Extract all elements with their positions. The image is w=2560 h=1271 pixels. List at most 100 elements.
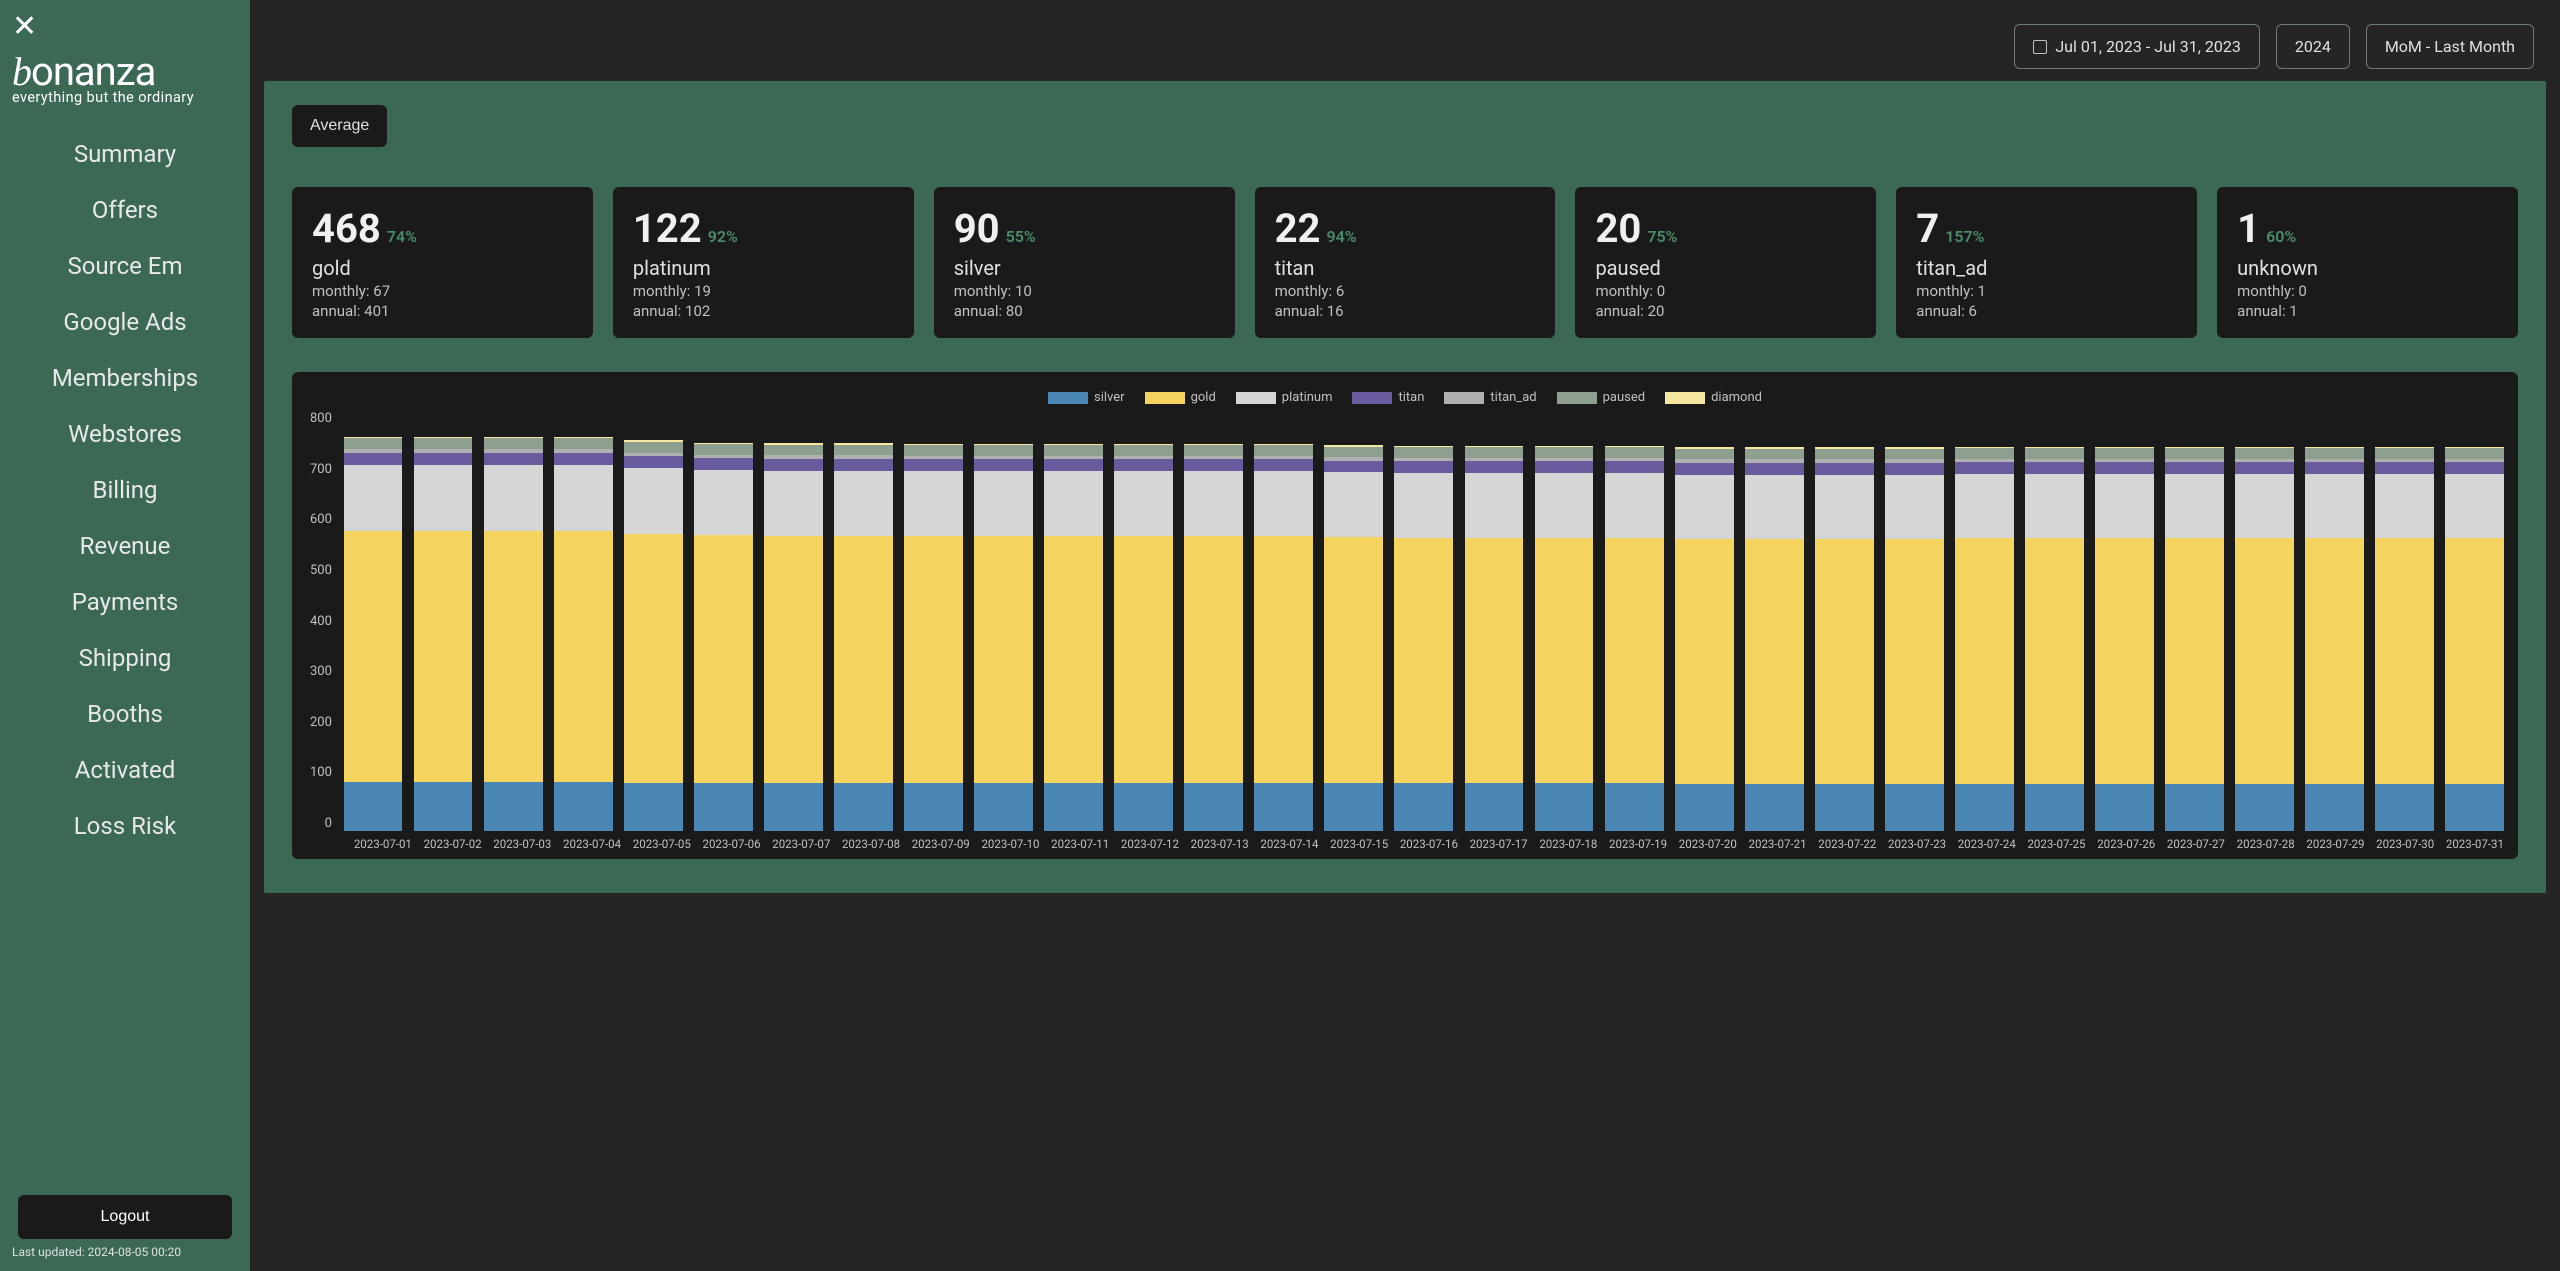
bar-stack[interactable] <box>904 411 963 831</box>
bar-stack[interactable] <box>1465 411 1524 831</box>
stat-card-gold: 46874%goldmonthly: 67annual: 401 <box>292 187 593 338</box>
bar-stack[interactable] <box>834 411 893 831</box>
nav-item-offers[interactable]: Offers <box>12 182 238 238</box>
card-percent: 60% <box>2266 227 2296 246</box>
legend-swatch <box>1048 392 1088 404</box>
mom-picker[interactable]: MoM - Last Month <box>2366 24 2534 69</box>
bar-seg-paused <box>1465 447 1524 458</box>
legend-item-titan_ad[interactable]: titan_ad <box>1444 390 1536 405</box>
nav-item-loss-risk[interactable]: Loss Risk <box>12 798 238 854</box>
bar-seg-silver <box>1745 784 1804 831</box>
bar-stack[interactable] <box>2165 411 2224 831</box>
bar-stack[interactable] <box>1815 411 1874 831</box>
nav-item-source-em[interactable]: Source Em <box>12 238 238 294</box>
bar-seg-silver <box>974 783 1033 831</box>
y-tick: 0 <box>310 816 332 831</box>
bar-stack[interactable] <box>1675 411 1734 831</box>
bar-seg-platinum <box>2305 474 2364 538</box>
bar-stack[interactable] <box>2445 411 2504 831</box>
nav-item-payments[interactable]: Payments <box>12 574 238 630</box>
bar-seg-gold <box>1815 539 1874 784</box>
bar-stack[interactable] <box>2375 411 2434 831</box>
bar-stack[interactable] <box>414 411 473 831</box>
x-tick: 2023-07-23 <box>1882 837 1952 851</box>
card-label: silver <box>954 256 1215 280</box>
nav-item-billing[interactable]: Billing <box>12 462 238 518</box>
nav-item-google-ads[interactable]: Google Ads <box>12 294 238 350</box>
bar-stack[interactable] <box>764 411 823 831</box>
logo: bonanza everything but the ordinary <box>12 48 238 106</box>
bar-seg-silver <box>2025 784 2084 831</box>
nav-item-booths[interactable]: Booths <box>12 686 238 742</box>
date-range-picker[interactable]: Jul 01, 2023 - Jul 31, 2023 <box>2014 24 2260 69</box>
bar-seg-platinum <box>1815 475 1874 539</box>
nav-item-shipping[interactable]: Shipping <box>12 630 238 686</box>
bar-column <box>1319 411 1389 831</box>
bar-stack[interactable] <box>624 411 683 831</box>
nav-item-webstores[interactable]: Webstores <box>12 406 238 462</box>
bar-seg-silver <box>2165 784 2224 831</box>
card-monthly: monthly: 0 <box>2237 282 2498 300</box>
card-value: 122 <box>633 205 702 252</box>
bar-seg-gold <box>1745 539 1804 784</box>
bar-stack[interactable] <box>1044 411 1103 831</box>
bar-seg-titan <box>1955 462 2014 474</box>
bar-stack[interactable] <box>2305 411 2364 831</box>
bar-stack[interactable] <box>1535 411 1594 831</box>
bar-stack[interactable] <box>1254 411 1313 831</box>
bar-stack[interactable] <box>1324 411 1383 831</box>
bar-seg-silver <box>2095 784 2154 831</box>
bar-seg-paused <box>1535 447 1594 458</box>
main: Jul 01, 2023 - Jul 31, 2023 2024 MoM - L… <box>250 0 2560 1271</box>
year-picker[interactable]: 2024 <box>2276 24 2350 69</box>
bar-seg-titan <box>624 456 683 468</box>
logout-button[interactable]: Logout <box>18 1195 232 1239</box>
bar-seg-gold <box>1254 536 1313 783</box>
bar-stack[interactable] <box>554 411 613 831</box>
nav-item-summary[interactable]: Summary <box>12 126 238 182</box>
x-tick: 2023-07-24 <box>1952 837 2022 851</box>
y-tick: 500 <box>310 563 332 578</box>
legend-swatch <box>1352 392 1392 404</box>
card-monthly: monthly: 1 <box>1916 282 2177 300</box>
legend-item-silver[interactable]: silver <box>1048 390 1125 405</box>
bar-stack[interactable] <box>1885 411 1944 831</box>
close-icon[interactable]: ✕ <box>12 12 238 42</box>
bar-column <box>1669 411 1739 831</box>
legend-item-paused[interactable]: paused <box>1557 390 1645 405</box>
bar-seg-silver <box>484 782 543 831</box>
bar-stack[interactable] <box>344 411 403 831</box>
bar-column <box>1879 411 1949 831</box>
bar-stack[interactable] <box>1605 411 1664 831</box>
bar-seg-gold <box>694 535 753 783</box>
bar-column <box>1459 411 1529 831</box>
average-button[interactable]: Average <box>292 105 387 147</box>
bar-seg-silver <box>694 783 753 831</box>
bar-seg-titan <box>1184 459 1243 471</box>
nav-item-activated[interactable]: Activated <box>12 742 238 798</box>
bar-stack[interactable] <box>1394 411 1453 831</box>
legend-item-diamond[interactable]: diamond <box>1665 390 1762 405</box>
bar-stack[interactable] <box>1184 411 1243 831</box>
bar-column <box>2089 411 2159 831</box>
bar-stack[interactable] <box>2235 411 2294 831</box>
bar-seg-gold <box>1184 536 1243 783</box>
legend-item-gold[interactable]: gold <box>1145 390 1216 405</box>
bar-column <box>618 411 688 831</box>
legend-item-titan[interactable]: titan <box>1352 390 1424 405</box>
bar-stack[interactable] <box>2095 411 2154 831</box>
bar-stack[interactable] <box>484 411 543 831</box>
bar-stack[interactable] <box>974 411 1033 831</box>
bar-stack[interactable] <box>1745 411 1804 831</box>
bar-stack[interactable] <box>2025 411 2084 831</box>
bar-stack[interactable] <box>1955 411 2014 831</box>
bar-stack[interactable] <box>694 411 753 831</box>
bar-stack[interactable] <box>1114 411 1173 831</box>
bar-seg-platinum <box>904 471 963 536</box>
bar-column <box>1249 411 1319 831</box>
nav-item-memberships[interactable]: Memberships <box>12 350 238 406</box>
bar-column <box>1179 411 1249 831</box>
bar-seg-paused <box>2025 448 2084 459</box>
nav-item-revenue[interactable]: Revenue <box>12 518 238 574</box>
legend-item-platinum[interactable]: platinum <box>1236 390 1333 405</box>
